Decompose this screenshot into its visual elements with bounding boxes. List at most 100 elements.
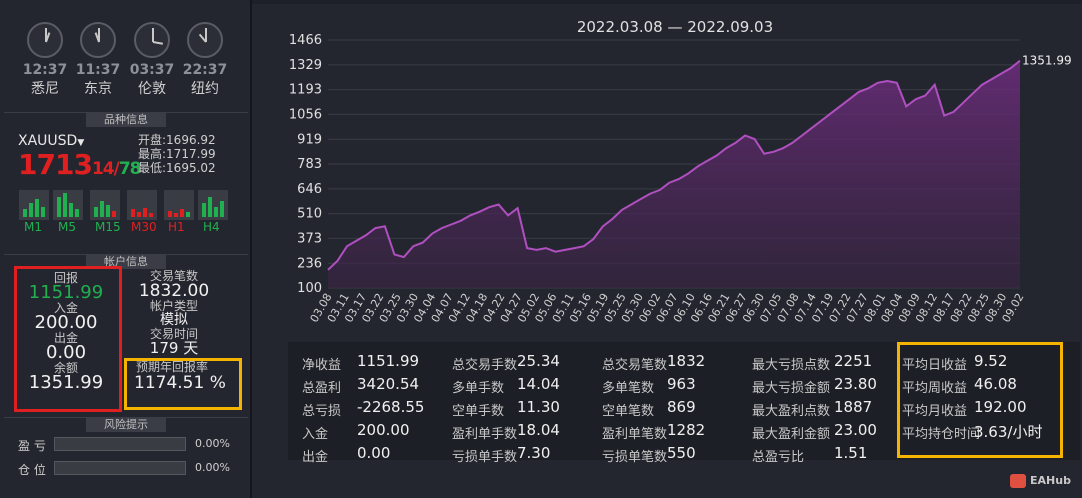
chart-title: 2022.03.08 — 2022.09.03 xyxy=(577,18,773,36)
stat-label: 净收益 xyxy=(302,358,342,373)
account-type-label: 帐户类型 xyxy=(149,299,198,313)
trades-value: 1832.00 xyxy=(138,281,210,301)
stat-value: 869 xyxy=(667,398,696,416)
clock-city: 悉尼 xyxy=(31,81,59,97)
timeframe-label: M15 xyxy=(95,220,121,234)
section-header-risk: 风险提示 xyxy=(4,417,248,434)
stat-value: 1282 xyxy=(667,421,706,439)
stat-value: 1.51 xyxy=(834,444,868,462)
stat-label: 总交易笔数 xyxy=(602,358,668,373)
timeframe-m5-tile[interactable] xyxy=(53,190,83,220)
timeframe-m30-tile[interactable] xyxy=(127,190,157,220)
stat-label: 多单笔数 xyxy=(602,381,655,396)
clock-icon xyxy=(80,22,116,58)
clock-icon xyxy=(134,22,170,58)
clock-city: 伦敦 xyxy=(138,81,166,97)
clock-time: 22:37 xyxy=(182,62,228,78)
stat-value: 14.04 xyxy=(517,375,560,393)
left-panel: 12:37 11:37 03:37 22:37 悉尼 东京 伦敦 纽约 品种信息… xyxy=(0,0,252,498)
stat-value: 200.00 xyxy=(357,421,410,439)
stat-label: 盈利单笔数 xyxy=(602,427,668,442)
stat-value: 18.04 xyxy=(517,421,560,439)
clock-time: 11:37 xyxy=(75,62,121,78)
stat-label: 总交易手数 xyxy=(452,358,518,373)
y-tick-label: 1466 xyxy=(289,33,322,48)
risk-position-bar xyxy=(54,461,186,475)
y-tick-label: 1329 xyxy=(289,58,322,73)
clock-time: 03:37 xyxy=(129,62,175,78)
stat-label: 最大亏损点数 xyxy=(752,358,831,373)
stat-label: 总盈亏比 xyxy=(752,450,805,465)
y-tick-label: 783 xyxy=(297,157,322,172)
stat-value: 550 xyxy=(667,444,696,462)
stat-label: 入金 xyxy=(302,427,329,442)
timeframe-label: M1 xyxy=(24,220,42,234)
highlight-box-orange xyxy=(124,358,242,410)
timeframe-label: H1 xyxy=(168,220,185,234)
account-details: 交易笔数 1832.00 帐户类型 模拟 交易时间 179 天 xyxy=(124,270,224,356)
risk-position-value: 0.00% xyxy=(195,461,230,474)
timeframe-m15-tile[interactable] xyxy=(90,190,120,220)
y-tick-label: 919 xyxy=(297,132,322,147)
y-tick-label: 373 xyxy=(297,231,322,246)
last-value-label: 1351.99 xyxy=(1022,54,1072,68)
logo-icon xyxy=(1010,474,1026,488)
clock-time: 12:37 xyxy=(22,62,68,78)
timeframe-label: M5 xyxy=(58,220,76,234)
stat-label: 空单笔数 xyxy=(602,404,655,419)
equity-area xyxy=(328,60,1020,289)
stat-label: 亏损单手数 xyxy=(452,450,518,465)
risk-pnl-label: 盈 亏 xyxy=(18,439,46,453)
stat-value: 23.80 xyxy=(834,375,877,393)
section-header-instrument: 品种信息 xyxy=(4,112,248,129)
y-tick-label: 646 xyxy=(297,182,322,197)
stat-label: 最大盈利金额 xyxy=(752,427,831,442)
timeframe-h4-tile[interactable] xyxy=(198,190,228,220)
stat-value: 23.00 xyxy=(834,421,877,439)
timeframe-h1-tile[interactable] xyxy=(164,190,194,220)
stat-label: 总盈利 xyxy=(302,381,342,396)
risk-pnl-value: 0.00% xyxy=(195,437,230,450)
equity-chart: 2022.03.08 — 2022.09.03 100 236 373 510 646 7… xyxy=(289,18,1072,325)
symbol-selector[interactable]: XAUUSD▼ xyxy=(18,133,84,149)
stat-label: 盈利单手数 xyxy=(452,427,518,442)
stat-label: 多单手数 xyxy=(452,381,505,396)
stat-value: 3420.54 xyxy=(357,375,420,393)
stat-label: 总亏损 xyxy=(302,404,342,419)
stat-value: 963 xyxy=(667,375,696,393)
timeframe-label: M30 xyxy=(131,220,157,234)
y-tick-label: 510 xyxy=(297,207,322,222)
clock-icon xyxy=(27,22,63,58)
account-type-value: 模拟 xyxy=(160,312,188,328)
y-tick-label: 1056 xyxy=(289,107,322,122)
trade-time-value: 179 天 xyxy=(149,339,199,357)
stat-value: 1832 xyxy=(667,352,706,370)
watermark: EAHub xyxy=(1010,474,1071,488)
stat-label: 亏损单笔数 xyxy=(602,450,668,465)
clock-icon xyxy=(187,22,223,58)
price-display: 171314/78 xyxy=(18,148,141,181)
low-price: 最低:1695.02 xyxy=(138,161,216,175)
stat-value: 11.30 xyxy=(517,398,560,416)
chevron-down-icon: ▼ xyxy=(77,138,85,148)
stat-value: 2251 xyxy=(834,352,873,370)
timeframe-label: H4 xyxy=(203,220,220,234)
stat-value: 7.30 xyxy=(517,444,551,462)
y-tick-label: 100 xyxy=(297,281,322,296)
stat-label: 出金 xyxy=(302,450,329,465)
stat-value: -2268.55 xyxy=(357,398,425,416)
stat-value: 0.00 xyxy=(357,444,391,462)
y-tick-label: 236 xyxy=(297,256,322,271)
stat-value: 1887 xyxy=(834,398,873,416)
clock-city: 纽约 xyxy=(191,81,219,97)
stat-label: 空单手数 xyxy=(452,404,505,419)
stat-label: 最大盈利点数 xyxy=(752,404,831,419)
highlight-box-red xyxy=(14,266,122,412)
risk-position-label: 仓 位 xyxy=(18,463,46,477)
timeframe-m1-tile[interactable] xyxy=(19,190,49,220)
stat-value: 25.34 xyxy=(517,352,560,370)
clock-city: 东京 xyxy=(84,81,112,97)
stat-value: 1151.99 xyxy=(357,352,420,370)
right-panel: 2022.03.08 — 2022.09.03 100 236 373 510 646 7… xyxy=(252,4,1082,498)
risk-pnl-bar xyxy=(54,437,186,451)
